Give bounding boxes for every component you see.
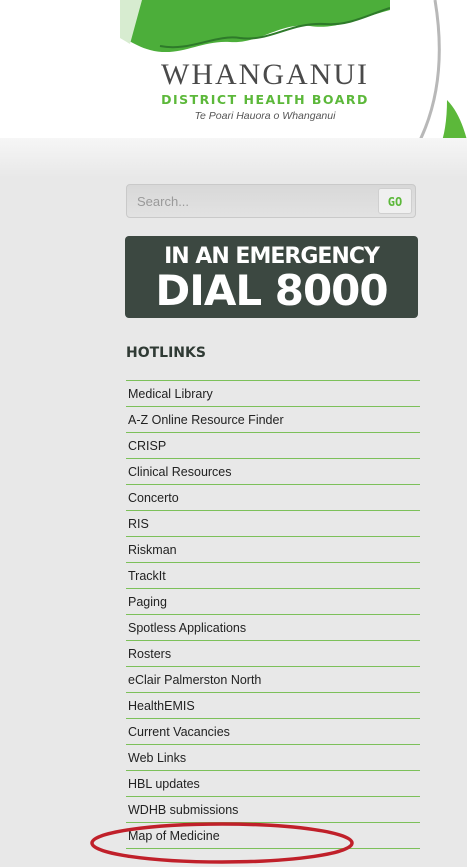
header-divider xyxy=(0,138,467,178)
hotlink-concerto[interactable]: Concerto xyxy=(126,485,420,511)
hotlink-clinical-resources[interactable]: Clinical Resources xyxy=(126,459,420,485)
hotlink-spotless-applications[interactable]: Spotless Applications xyxy=(126,615,420,641)
logo-maori-subtitle: Te Poari Hauora o Whanganui xyxy=(194,110,336,122)
hotlink-crisp[interactable]: CRISP xyxy=(126,433,420,459)
logo-subtitle: DISTRICT HEALTH BOARD xyxy=(161,92,369,107)
search-input[interactable] xyxy=(133,190,377,212)
emergency-line-2: DIAL 8000 xyxy=(155,266,388,315)
hotlink-hbl-updates[interactable]: HBL updates xyxy=(126,771,420,797)
hotlink-medical-library[interactable]: Medical Library xyxy=(126,381,420,407)
page: WHANGANUI DISTRICT HEALTH BOARD Te Poari… xyxy=(0,0,467,867)
logo-title: WHANGANUI xyxy=(161,58,369,91)
search-box: GO xyxy=(126,184,416,218)
emergency-banner: IN AN EMERGENCY DIAL 8000 xyxy=(125,236,418,318)
logo-green-wave-icon xyxy=(120,0,390,53)
hotlink-map-of-medicine[interactable]: Map of Medicine xyxy=(126,823,420,849)
hotlink-current-vacancies[interactable]: Current Vacancies xyxy=(126,719,420,745)
hotlinks-list: Medical Library A-Z Online Resource Find… xyxy=(126,380,420,849)
hotlink-paging[interactable]: Paging xyxy=(126,589,420,615)
hotlink-web-links[interactable]: Web Links xyxy=(126,745,420,771)
hotlink-eclair-palmerston-north[interactable]: eClair Palmerston North xyxy=(126,667,420,693)
search-go-button[interactable]: GO xyxy=(378,188,412,214)
logo-swoosh-icon xyxy=(413,0,467,150)
hotlink-az-resource-finder[interactable]: A-Z Online Resource Finder xyxy=(126,407,420,433)
hotlink-ris[interactable]: RIS xyxy=(126,511,420,537)
hotlink-rosters[interactable]: Rosters xyxy=(126,641,420,667)
hotlink-trackit[interactable]: TrackIt xyxy=(126,563,420,589)
hotlink-wdhb-submissions[interactable]: WDHB submissions xyxy=(126,797,420,823)
hotlinks-heading: HOTLINKS xyxy=(126,345,206,361)
header-banner: WHANGANUI DISTRICT HEALTH BOARD Te Poari… xyxy=(0,0,467,150)
hotlink-healthemis[interactable]: HealthEMIS xyxy=(126,693,420,719)
hotlink-riskman[interactable]: Riskman xyxy=(126,537,420,563)
